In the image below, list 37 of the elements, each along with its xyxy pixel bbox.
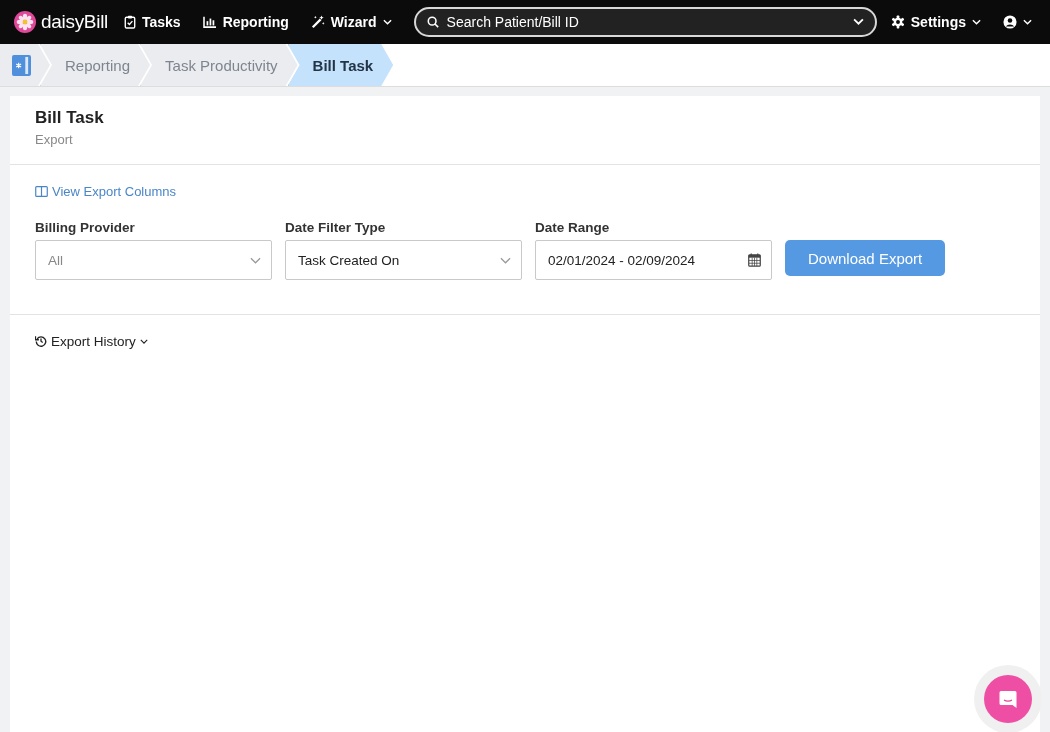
nav-link[interactable]: Wizard	[310, 14, 392, 30]
magic-wand-icon	[310, 15, 325, 29]
search-field[interactable]: Search Patient/Bill ID	[413, 7, 877, 37]
chevron-down-icon	[139, 338, 148, 344]
search-icon	[426, 16, 439, 28]
settings-menu[interactable]: Settings	[890, 14, 981, 30]
chevron-down-icon	[1023, 19, 1032, 25]
date-range-field[interactable]: 02/01/2024 - 02/09/2024	[535, 240, 772, 280]
breadcrumb-item[interactable]: Bill Task	[287, 44, 394, 86]
field-label: Date Filter Type	[285, 220, 387, 235]
chevron-down-icon	[972, 19, 981, 25]
export-history-toggle[interactable]: Export History	[35, 333, 148, 349]
nav-link[interactable]: Tasks	[124, 14, 181, 30]
bar-chart-icon	[202, 16, 217, 28]
chevron-down-icon	[382, 19, 392, 25]
chat-bubble-icon	[998, 689, 1018, 709]
chevron-down-icon	[250, 256, 261, 264]
view-export-columns-link[interactable]: View Export Columns	[35, 184, 177, 199]
columns-icon	[35, 186, 48, 197]
nav-link[interactable]: Reporting	[202, 14, 289, 30]
chevron-down-icon	[852, 18, 864, 25]
logo-text[interactable]: daisyBill	[41, 11, 108, 33]
dropdown-field[interactable]: Task Created On	[285, 240, 522, 280]
clipboard-check-icon	[124, 15, 136, 29]
calendar-icon	[748, 253, 761, 267]
history-icon	[35, 335, 47, 347]
page-title: Bill Task	[35, 108, 105, 128]
field-label: Billing Provider	[35, 220, 136, 235]
user-icon	[1003, 15, 1017, 29]
field-label: Date Range	[535, 220, 611, 235]
settings-icon	[890, 15, 905, 29]
chevron-down-icon	[500, 256, 511, 264]
flower-logo-icon	[14, 11, 36, 33]
user-menu[interactable]	[1003, 15, 1032, 29]
dropdown-field[interactable]: All	[35, 240, 272, 280]
document-icon[interactable]	[12, 54, 31, 76]
page-subtitle: Export	[35, 132, 74, 147]
